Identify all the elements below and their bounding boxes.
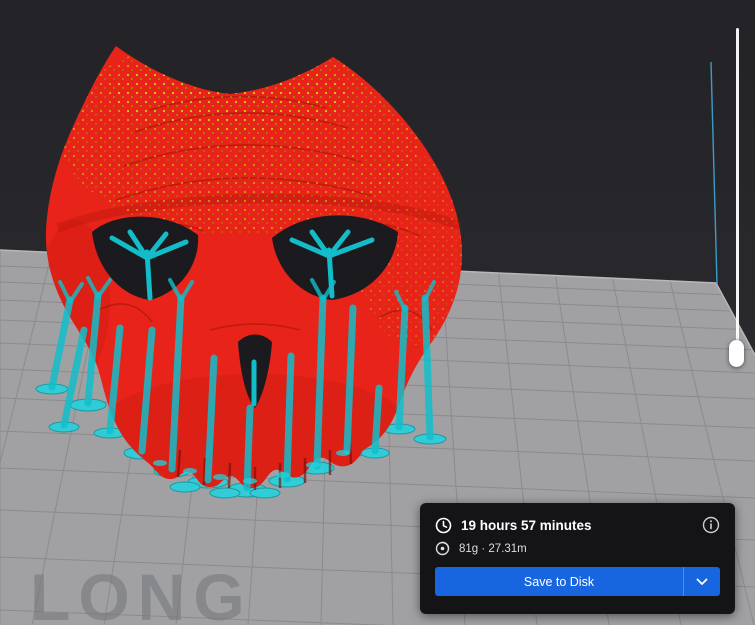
filament-spool-icon xyxy=(435,541,450,556)
print-time-text: 19 hours 57 minutes xyxy=(461,517,592,533)
layer-slider-handle[interactable] xyxy=(729,340,744,367)
save-to-disk-label: Save to Disk xyxy=(523,574,595,589)
info-icon[interactable] xyxy=(702,516,720,534)
material-stats-text: 81g · 27.31m xyxy=(459,542,527,555)
clock-icon xyxy=(435,517,452,533)
print-summary-panel: 19 hours 57 minutes 81g · 27.31m Save to… xyxy=(420,503,735,614)
save-options-caret[interactable] xyxy=(683,567,720,596)
layer-slider-track[interactable] xyxy=(736,28,739,340)
chevron-down-icon xyxy=(696,578,708,585)
slicer-preview-viewport[interactable]: LONG 19 hours 57 minutes 81g · 27.31m Sa… xyxy=(0,0,755,625)
save-to-disk-button[interactable]: Save to Disk xyxy=(435,567,720,596)
plate-brand-label: LONG xyxy=(30,560,253,625)
build-volume-edge-line xyxy=(710,61,718,285)
